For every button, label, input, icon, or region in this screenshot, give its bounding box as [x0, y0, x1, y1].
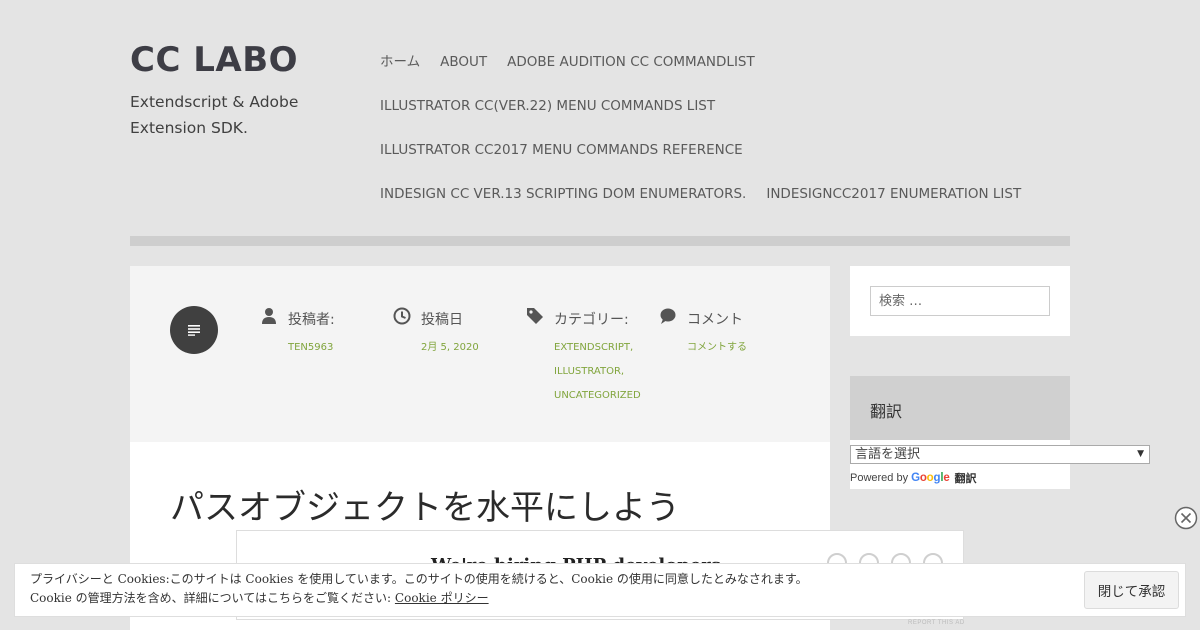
- person-icon: [262, 308, 276, 324]
- cookie-notice-line1: プライバシーと Cookies:このサイトは Cookies を使用しています。…: [30, 572, 808, 586]
- header-divider: [130, 236, 1070, 246]
- meta-date-label: 投稿日: [421, 312, 463, 328]
- main-navigation: ホーム ABOUT ADOBE AUDITION CC COMMANDLIST …: [380, 44, 1060, 220]
- language-select-value: 言語を選択: [855, 447, 921, 462]
- nav-item-illustrator-cc2017-menu[interactable]: ILLUSTRATOR CC2017 MENU COMMANDS REFEREN…: [380, 132, 743, 176]
- nav-item-indesign-cc2017-enumeration[interactable]: INDESIGNCC2017 ENUMERATION LIST: [766, 176, 1021, 220]
- nav-item-about[interactable]: ABOUT: [440, 44, 487, 88]
- post-meta: 投稿者: TEN5963 投稿日 2月 5, 2020 カテゴリー: EXTEN…: [130, 266, 830, 442]
- meta-date-link[interactable]: 2月 5, 2020: [421, 336, 479, 360]
- meta-categories-label: カテゴリー:: [554, 312, 629, 328]
- search-widget: [850, 266, 1070, 336]
- cookie-notice: プライバシーと Cookies:このサイトは Cookies を使用しています。…: [30, 570, 808, 607]
- category-link-extendscript[interactable]: EXTENDSCRIPT,: [554, 336, 641, 360]
- post-title[interactable]: パスオブジェクトを水平にしよう: [170, 480, 680, 529]
- nav-item-illustrator-cc22-menu[interactable]: ILLUSTRATOR CC(VER.22) MENU COMMANDS LIS…: [380, 88, 715, 132]
- powered-by-google: Powered by Google 翻訳: [850, 470, 977, 486]
- google-logo[interactable]: Google: [911, 472, 950, 484]
- powered-by-label: Powered by: [850, 472, 909, 484]
- translate-widget-header: 翻訳: [850, 376, 1070, 440]
- meta-author-link[interactable]: TEN5963: [288, 336, 333, 360]
- accept-cookies-button[interactable]: 閉じて承認: [1084, 571, 1179, 609]
- speech-bubble-icon: [660, 308, 676, 324]
- nav-item-audition-commandlist[interactable]: ADOBE AUDITION CC COMMANDLIST: [507, 44, 755, 88]
- site-description: Extendscript & Adobe Extension SDK.: [130, 93, 299, 137]
- cookie-notice-line2-text: Cookie の管理方法を含め、詳細についてはこちらをご覧ください:: [30, 590, 395, 605]
- search-input[interactable]: [870, 286, 1050, 316]
- category-link-uncategorized[interactable]: UNCATEGORIZED: [554, 384, 641, 408]
- language-select[interactable]: 言語を選択 ▼: [850, 445, 1150, 464]
- clock-icon: [393, 307, 411, 325]
- cookie-notice-line2: Cookie の管理方法を含め、詳細についてはこちらをご覧ください: Cooki…: [30, 589, 808, 608]
- translate-label[interactable]: 翻訳: [955, 470, 977, 486]
- leave-comment-link[interactable]: コメントする: [687, 336, 747, 360]
- text-format-icon: [170, 306, 218, 354]
- meta-author-label: 投稿者:: [288, 312, 335, 328]
- site-title[interactable]: CC LABO: [130, 40, 298, 80]
- tag-icon: [527, 308, 543, 324]
- close-icon[interactable]: [1174, 506, 1198, 530]
- report-ad-link[interactable]: REPORT THIS AD: [908, 620, 965, 626]
- category-link-illustrator[interactable]: ILLUSTRATOR,: [554, 360, 641, 384]
- cookie-policy-link[interactable]: Cookie ポリシー: [395, 591, 489, 605]
- cookie-consent-bar: プライバシーと Cookies:このサイトは Cookies を使用しています。…: [14, 563, 1186, 617]
- meta-comments-label: コメント: [687, 312, 743, 328]
- nav-item-home[interactable]: ホーム: [380, 44, 420, 88]
- nav-item-indesign-cc13-enumerators[interactable]: INDESIGN CC VER.13 SCRIPTING DOM ENUMERA…: [380, 176, 746, 220]
- translate-widget-title: 翻訳: [870, 402, 903, 421]
- dropdown-arrow-icon: ▼: [1137, 449, 1144, 459]
